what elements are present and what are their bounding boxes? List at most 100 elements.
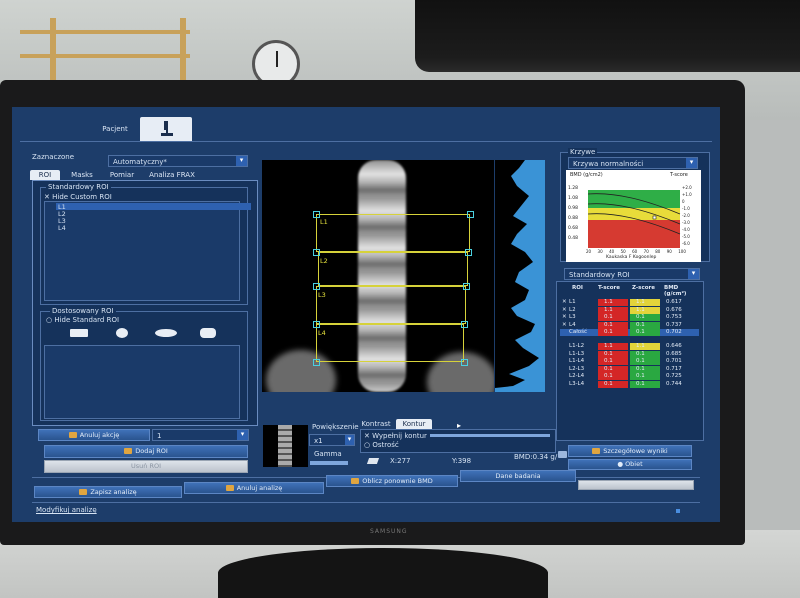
checkbox-checked-icon[interactable]: ✕ — [562, 322, 567, 328]
table-row[interactable]: L2-L4 0.1 0.1 0.725 — [560, 373, 699, 381]
roi-box-l4[interactable] — [316, 324, 464, 362]
roi-handle[interactable] — [313, 283, 320, 290]
clarity-checkbox[interactable]: ○ Ostrość — [364, 441, 399, 449]
checkbox-checked-icon: ✕ — [44, 193, 50, 201]
tscore-cell — [598, 299, 628, 306]
roi-handle[interactable] — [313, 249, 320, 256]
table-row[interactable]: ✕ L2 1.1 1.1 0.676 — [560, 306, 699, 314]
bmd-value: 0.737 — [666, 321, 682, 328]
zscore-value: 1.1 — [636, 299, 645, 305]
roi-handle[interactable] — [313, 359, 320, 366]
y-coordinate-readout: Y:398 — [452, 457, 472, 465]
zscore-cell — [630, 329, 660, 337]
scan-thumbnail[interactable] — [263, 425, 308, 467]
hide-custom-roi-checkbox[interactable]: ✕ Hide Custom ROI — [44, 193, 112, 201]
contour-slider[interactable] — [430, 434, 550, 437]
rounded-shape-icon[interactable] — [200, 328, 216, 338]
table-row[interactable]: L1-L4 0.1 0.1 0.701 — [560, 358, 699, 366]
undo-action-button[interactable]: Anuluj akcję — [38, 429, 150, 441]
table-row[interactable]: L2-L3 0.1 0.1 0.717 — [560, 365, 699, 373]
subtab-frax[interactable]: Analiza FRAX — [144, 170, 200, 180]
roi-list-item-l2[interactable]: L2 — [56, 210, 251, 218]
roi-handle[interactable] — [313, 211, 320, 218]
zscore-cell — [630, 381, 660, 388]
cancel-icon — [225, 485, 234, 491]
checkbox-checked-icon[interactable]: ✕ — [562, 299, 567, 305]
roi-list-item-l4[interactable]: L4 — [56, 224, 251, 232]
tscore-value: 1.1 — [604, 299, 613, 305]
save-analysis-button[interactable]: Zapisz analizę — [34, 486, 182, 498]
zscore-cell — [630, 343, 660, 350]
zscore-cell — [630, 365, 660, 373]
recompute-bmd-button[interactable]: Oblicz ponownie BMD — [326, 475, 458, 487]
roi-cell: L2-L4 — [569, 373, 585, 380]
table-row[interactable]: L1-L2 1.1 1.1 0.646 — [560, 343, 699, 350]
table-row[interactable]: ✕ L3 0.1 0.1 0.753 — [560, 314, 699, 322]
roi-handle[interactable] — [461, 321, 468, 328]
status-bar-text: Modyfikuj analizę — [36, 506, 97, 514]
table-row[interactable]: Całość 0.1 0.1 0.702 — [560, 329, 699, 337]
tab-contour[interactable]: Kontur — [396, 419, 432, 429]
undo-count-select[interactable]: 1 ▾ — [152, 429, 249, 441]
selected-dropdown[interactable]: Automatyczny* ▾ — [108, 155, 248, 167]
mouse-cursor-icon: ▸ — [457, 421, 462, 430]
roi-box-l3[interactable] — [316, 286, 466, 324]
zoom-select[interactable]: x1 ▾ — [309, 434, 355, 446]
roi-handle[interactable] — [465, 249, 472, 256]
microscope-icon — [161, 121, 173, 136]
table-row[interactable]: L3-L4 0.1 0.1 0.744 — [560, 381, 699, 388]
roi-handle[interactable] — [467, 211, 474, 218]
roi-handle[interactable] — [461, 359, 468, 366]
hide-standard-roi-checkbox[interactable]: ○ Hide Standard ROI — [46, 316, 119, 324]
roi-list-item-l1[interactable]: L1 — [56, 203, 251, 211]
tscore-cell — [598, 329, 628, 337]
dexa-scan-image[interactable]: L1 L2 L3 L4 — [262, 160, 494, 392]
curve-type-select[interactable]: Krzywa normalności ▾ — [568, 157, 698, 169]
subtab-masks[interactable]: Masks — [64, 170, 100, 180]
remove-roi-button: Usuń ROI — [44, 460, 248, 473]
checkbox-checked-icon[interactable]: ✕ — [562, 307, 567, 313]
export-icon[interactable] — [558, 451, 567, 458]
tab-contrast[interactable]: Kontrast — [360, 419, 392, 429]
subtab-roi[interactable]: ROI — [30, 170, 60, 180]
rect-shape-icon[interactable] — [70, 329, 88, 337]
table-row[interactable]: L1-L3 0.1 0.1 0.685 — [560, 350, 699, 358]
chart-xlabel: Kaukaska F Kogoonlep — [606, 255, 657, 260]
tscore-cell — [598, 306, 628, 314]
gamma-slider[interactable] — [310, 461, 348, 465]
fill-contour-checkbox[interactable]: ✕ Wypełnij kontur — [364, 432, 427, 440]
table-row[interactable]: ✕ L4 0.1 0.1 0.737 — [560, 321, 699, 329]
vertebra-label-l4: L4 — [318, 329, 326, 337]
subtab-measure[interactable]: Pomiar — [102, 170, 142, 180]
custom-roi-list[interactable] — [44, 345, 240, 419]
roi-handle[interactable] — [313, 321, 320, 328]
undo-icon — [68, 432, 77, 438]
selected-label: Zaznaczone — [32, 153, 75, 161]
roi-handle[interactable] — [463, 283, 470, 290]
tab-analysis[interactable] — [140, 117, 192, 141]
roi-box-l1[interactable] — [316, 214, 470, 252]
detailed-results-button[interactable]: Szczegółowe wyniki — [568, 445, 692, 457]
cancel-analysis-button[interactable]: Anuluj analizę — [184, 482, 324, 494]
zscore-value: 0.1 — [636, 381, 645, 387]
table-row[interactable]: ✕ L1 1.1 1.1 0.617 — [560, 299, 699, 306]
chevron-down-icon: ▾ — [686, 158, 697, 168]
hide-custom-roi-label: Hide Custom ROI — [52, 193, 112, 201]
circle-shape-icon[interactable] — [116, 328, 128, 338]
close-results-button[interactable]: ● Obiet — [568, 459, 692, 470]
ellipse-shape-icon[interactable] — [155, 329, 177, 337]
roi-box-l2[interactable] — [318, 252, 468, 286]
eraser-icon[interactable] — [366, 458, 380, 464]
save-icon — [79, 489, 88, 495]
status-indicator-icon — [676, 509, 680, 513]
add-roi-button[interactable]: Dodaj ROI — [44, 445, 248, 458]
exam-data-button[interactable]: Dane badania — [460, 470, 576, 482]
roi-cell: L2 — [569, 306, 576, 313]
roi-list-item-l3[interactable]: L3 — [56, 217, 251, 225]
zscore-cell — [630, 358, 660, 366]
tscore-value: 0.1 — [604, 373, 613, 380]
tscore-cell — [598, 373, 628, 381]
roi-type-select[interactable]: Standardowy ROI ▾ — [564, 268, 700, 280]
tab-patient[interactable]: Pacjent — [92, 119, 138, 139]
checkbox-checked-icon[interactable]: ✕ — [562, 314, 567, 320]
